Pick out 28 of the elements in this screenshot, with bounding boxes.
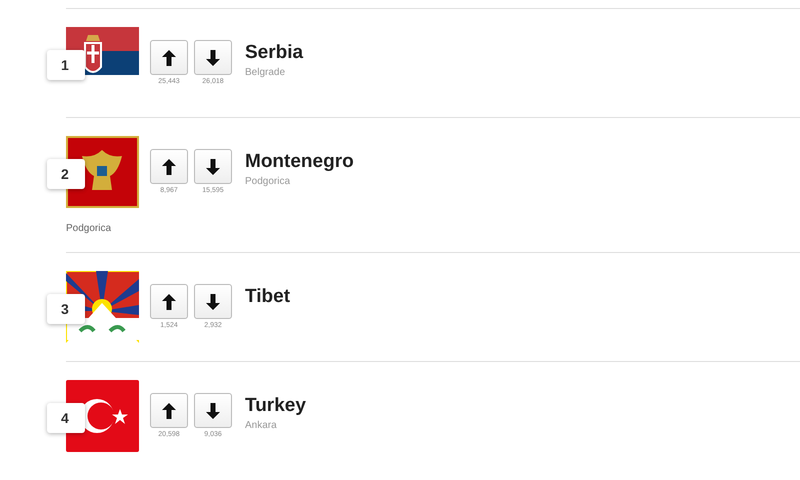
downvote-button[interactable] (194, 40, 232, 75)
rank-badge: 4 (47, 403, 85, 433)
rank-badge: 2 (47, 159, 85, 189)
arrow-down-icon (205, 292, 221, 310)
capital-label: Podgorica (245, 176, 292, 187)
downvote-button[interactable] (194, 284, 232, 319)
arrow-up-icon (161, 402, 177, 420)
upvote-button[interactable] (150, 284, 188, 319)
downvote-button[interactable] (194, 149, 232, 184)
capital-label: Ankara (245, 420, 278, 431)
capital-label: Belgrade (245, 67, 286, 78)
arrow-up-icon (161, 292, 177, 310)
upvote-button[interactable] (150, 40, 188, 75)
country-name[interactable]: Tibet (245, 286, 290, 308)
country-name[interactable]: Montenegro (245, 151, 354, 173)
rank-badge: 1 (47, 50, 85, 80)
arrow-down-icon (205, 402, 221, 420)
upvote-button[interactable] (150, 149, 188, 184)
country-name[interactable]: Turkey (245, 395, 306, 417)
upvote-button[interactable] (150, 393, 188, 428)
arrow-down-icon (205, 48, 221, 66)
note-text: Podgorica (66, 223, 112, 234)
country-name[interactable]: Serbia (245, 42, 304, 64)
arrow-up-icon (161, 48, 177, 66)
rank-badge: 3 (47, 294, 85, 324)
arrow-up-icon (161, 158, 177, 176)
arrow-down-icon (205, 158, 221, 176)
downvote-button[interactable] (194, 393, 232, 428)
